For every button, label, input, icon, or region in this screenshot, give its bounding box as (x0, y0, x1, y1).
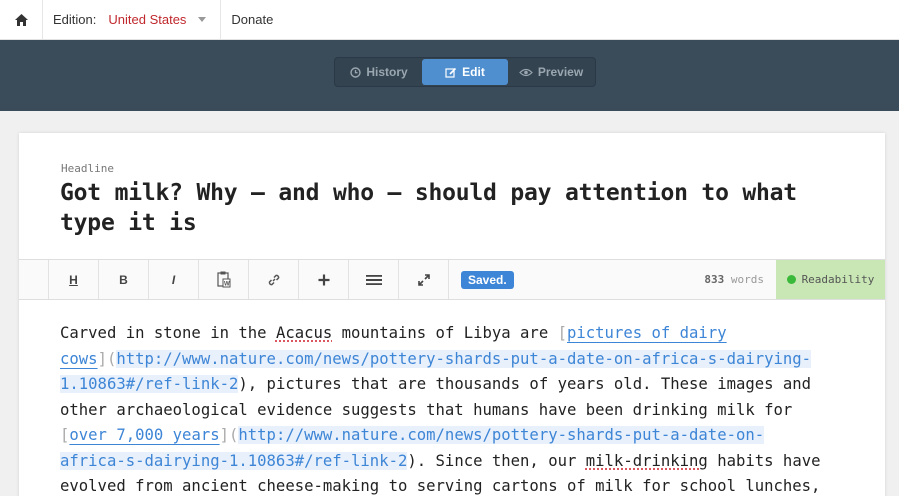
expand-icon (417, 273, 430, 286)
body-text: ). Since then, our (407, 451, 586, 470)
insert-button[interactable] (299, 260, 349, 299)
body-text: other archaeological evidence suggests t… (60, 400, 793, 419)
article-body-editor[interactable]: Carved in stone in the Acacus mountains … (60, 321, 860, 496)
body-text: mountains of Libya are (332, 324, 558, 342)
rule-button[interactable] (349, 260, 399, 299)
edit-button[interactable]: Edit (422, 59, 508, 85)
word-count: 833 words (704, 273, 764, 286)
link-text[interactable]: over 7,000 years (69, 426, 219, 444)
heading-icon: H (69, 272, 78, 287)
edit-icon (445, 67, 457, 78)
misspelled-word: milk-drinking (585, 451, 708, 470)
status-dot-icon (786, 275, 796, 284)
caret-down-icon[interactable] (198, 17, 207, 22)
plus-icon (318, 274, 329, 285)
edition-label: Edition: (53, 12, 97, 27)
link-url[interactable]: africa-s-dairying-1.10863#/ref-link-2 (60, 451, 408, 470)
formatting-toolbar: H B I W Saved. 833 words Readability (19, 259, 885, 300)
body-text: ), pictures that are thousands of years … (238, 375, 812, 393)
word-count-value: 833 (704, 273, 725, 286)
edition-value[interactable]: United States (108, 12, 186, 27)
link-text[interactable]: pictures of dairy (567, 324, 727, 342)
link-text[interactable]: cows (60, 350, 98, 368)
mode-switch: History Edit Preview (334, 57, 596, 87)
preview-label: Preview (537, 65, 584, 79)
home-button[interactable] (0, 0, 43, 39)
link-button[interactable] (249, 260, 299, 299)
body-text: habits have (707, 451, 821, 470)
link-bracket: [ (60, 426, 70, 444)
editor-card: Headline Got milk? Why — and who — shoul… (19, 133, 885, 496)
italic-icon: I (171, 272, 176, 287)
link-url[interactable]: http://www.nature.com/news/pottery-shard… (238, 426, 765, 444)
fullscreen-button[interactable] (399, 260, 449, 299)
headline-label: Headline (61, 162, 114, 175)
top-bar: Edition: United States Donate (0, 0, 899, 40)
readability-button[interactable]: Readability (776, 260, 885, 299)
link-bracket: [ (557, 324, 567, 342)
toolbar-spacer (19, 260, 49, 299)
body-text: Carved in stone in the (60, 324, 276, 342)
saved-badge: Saved. (461, 270, 514, 289)
link-icon (268, 274, 279, 285)
horizontal-rule-icon (365, 274, 382, 285)
editor-header: History Edit Preview (0, 40, 899, 111)
edit-label: Edit (462, 65, 485, 79)
eye-icon (518, 68, 533, 76)
edition-selector[interactable]: Edition: United States (43, 0, 222, 39)
readability-label: Readability (801, 273, 875, 286)
clipboard-icon: W (216, 271, 230, 288)
body-text: evolved from ancient cheese-making to se… (60, 477, 821, 495)
headline-input[interactable]: Got milk? Why — and who — should pay att… (60, 178, 860, 238)
misspelled-word: Acacus (275, 324, 333, 342)
clock-icon (350, 66, 362, 78)
history-label: History (366, 65, 408, 79)
italic-button[interactable]: I (149, 260, 199, 299)
history-button[interactable]: History (336, 59, 422, 85)
link-bracket: ]( (97, 349, 117, 368)
preview-button[interactable]: Preview (508, 59, 594, 85)
word-count-label: words (730, 273, 764, 286)
paste-word-button[interactable]: W (199, 260, 249, 299)
bold-button[interactable]: B (99, 260, 149, 299)
link-url[interactable]: http://www.nature.com/news/pottery-shard… (116, 349, 812, 368)
heading-button[interactable]: H (49, 260, 99, 299)
home-icon (14, 13, 28, 26)
donate-link[interactable]: Donate (221, 0, 283, 39)
link-bracket: ]( (219, 426, 239, 444)
bold-icon: B (119, 272, 128, 287)
link-url[interactable]: 1.10863#/ref-link-2 (60, 375, 239, 393)
svg-text:W: W (224, 282, 230, 288)
